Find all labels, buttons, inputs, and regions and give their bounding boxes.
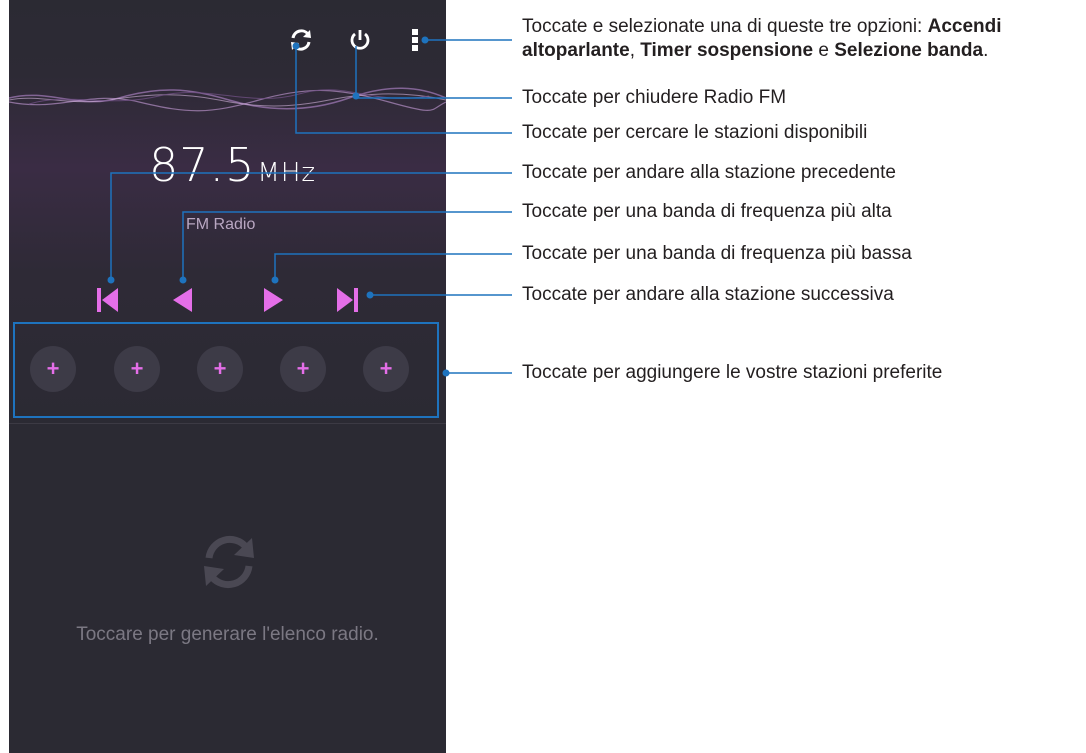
callout-power: Toccate per chiudere Radio FM	[522, 87, 787, 108]
callout-dot-scan	[292, 42, 300, 50]
callout-dot-favorites	[442, 369, 450, 377]
callout-menu-option-timer: Timer sospensione	[640, 40, 814, 61]
callout-menu-prefix: Toccate e selezionate una di queste tre …	[522, 16, 928, 37]
callout-line-power	[355, 46, 512, 99]
callout-dot-previous	[107, 276, 115, 284]
callout-line-previous	[110, 172, 512, 280]
callout-dot-next	[366, 291, 374, 299]
callout-next-station: Toccate per andare alla stazione success…	[522, 284, 894, 305]
callout-menu-sep-1: ,	[629, 40, 641, 61]
callout-menu-suffix: .	[983, 40, 989, 61]
callout-higher-band: Toccate per una banda di frequenza più a…	[522, 201, 892, 222]
callout-menu-option-band: Selezione banda	[834, 40, 984, 61]
callout-previous-station: Toccate per andare alla stazione precede…	[522, 162, 896, 183]
callout-menu-option-speaker-1: Accendi	[927, 16, 1002, 37]
callout-favorites: Toccate per aggiungere le vostre stazion…	[522, 362, 943, 383]
callout-menu-options: Toccate e selezionate una di queste tre …	[522, 15, 1002, 63]
callout-dot-power	[352, 92, 360, 100]
callout-dot-lower	[271, 276, 279, 284]
callout-menu-option-speaker-2: altoparlante	[522, 40, 630, 61]
callout-dot-menu	[421, 36, 429, 44]
callout-line-lower	[274, 253, 512, 280]
callout-dot-higher	[179, 276, 187, 284]
callout-menu-sep-2: e	[813, 40, 835, 61]
callout-scan: Toccate per cercare le stazioni disponib…	[522, 122, 868, 143]
callout-lower-band: Toccate per una banda di frequenza più b…	[522, 243, 912, 264]
callout-line-scan	[295, 46, 512, 134]
callout-line-higher	[182, 211, 512, 280]
